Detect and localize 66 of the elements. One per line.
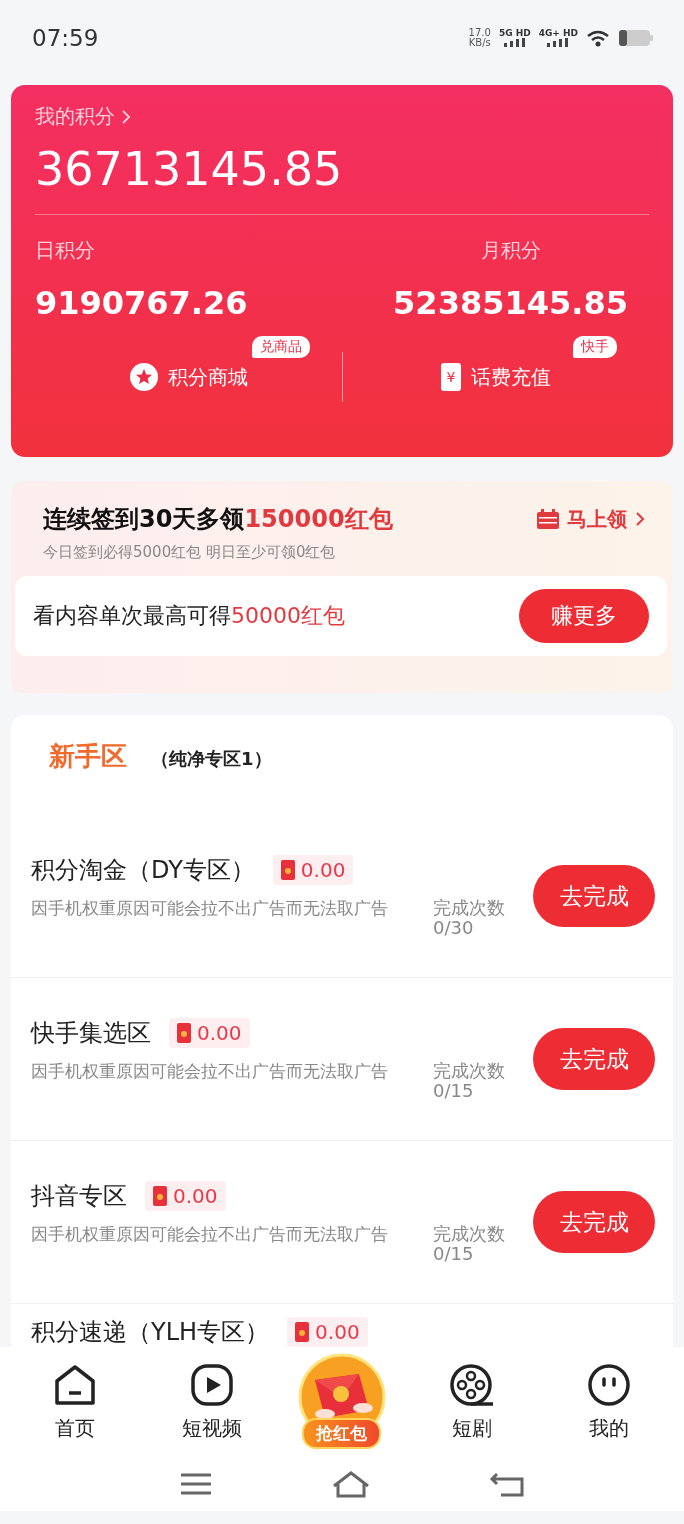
back-icon[interactable] bbox=[489, 1470, 525, 1498]
clock: 07:59 bbox=[32, 24, 100, 51]
shortcut-link[interactable]: 积分商城 bbox=[129, 363, 248, 391]
envelope-icon bbox=[280, 860, 295, 880]
complete-button[interactable]: 去完成 bbox=[533, 865, 655, 927]
signin-headline: 连续签到30天多领150000红包 bbox=[43, 504, 394, 535]
task-title: 快手集选区 bbox=[31, 1018, 151, 1049]
tag-badge: 兑商品 bbox=[252, 336, 310, 358]
reward-amount: 0.00 bbox=[169, 1018, 250, 1048]
smiley-icon bbox=[587, 1362, 632, 1407]
task-title: 积分淘金（DY专区） bbox=[31, 855, 255, 886]
count-label: 完成次数 bbox=[433, 1224, 505, 1244]
task-title: 抖音专区 bbox=[31, 1181, 127, 1212]
battery-icon bbox=[618, 28, 654, 47]
envelope-icon bbox=[295, 1322, 310, 1342]
stat-label: 月积分 bbox=[480, 237, 541, 264]
nav-tab[interactable]: 我的 bbox=[554, 1362, 665, 1442]
task-note: 因手机权重原因可能会拉不出广告而无法取广告 bbox=[31, 1224, 389, 1246]
lucky-envelope-button[interactable]: 抢红包 bbox=[293, 1352, 390, 1452]
network-type: 5G HD bbox=[498, 28, 531, 38]
earn-more-button[interactable]: 赚更多 bbox=[519, 589, 649, 643]
envelope-icon bbox=[177, 1023, 191, 1043]
home-icon bbox=[52, 1362, 97, 1407]
reward-amount: 0.00 bbox=[287, 1317, 368, 1347]
section-title: 新手区 bbox=[49, 740, 127, 773]
claim-link[interactable]: 马上领 bbox=[537, 505, 645, 533]
reward-amount: 0.00 bbox=[272, 855, 354, 885]
count-value: 0/30 bbox=[433, 918, 475, 938]
complete-button[interactable]: 去完成 bbox=[533, 1191, 655, 1253]
envelope-icon bbox=[153, 1186, 167, 1206]
network-speed: 17.0 bbox=[468, 27, 491, 38]
menu-icon[interactable] bbox=[179, 1472, 213, 1496]
stat-value: 9190767.26 bbox=[35, 284, 249, 322]
signal-icon bbox=[547, 38, 570, 47]
count-label: 完成次数 bbox=[433, 1061, 505, 1081]
film-reel-icon bbox=[449, 1362, 496, 1407]
task-note: 因手机权重原因可能会拉不出广告而无法取广告 bbox=[31, 898, 389, 920]
network-type: 4G+ HD bbox=[538, 28, 578, 38]
promo-text: 看内容单次最高可得50000红包 bbox=[33, 602, 346, 630]
stat-value: 52385145.85 bbox=[393, 284, 628, 322]
speed-unit: KB/s bbox=[468, 37, 491, 48]
nav-tab[interactable]: 短视频 bbox=[156, 1362, 267, 1442]
signin-subtitle: 今日签到必得5000红包 明日至少可领0红包 bbox=[43, 543, 337, 562]
points-title[interactable]: 我的积分 bbox=[35, 103, 115, 130]
calendar-icon bbox=[537, 509, 559, 529]
play-icon bbox=[189, 1362, 234, 1407]
home-icon[interactable] bbox=[331, 1470, 371, 1498]
section-subtitle: （纯净专区1） bbox=[151, 747, 272, 771]
task-note: 因手机权重原因可能会拉不出广告而无法取广告 bbox=[31, 1061, 389, 1083]
points-total: 36713145.85 bbox=[35, 142, 344, 198]
shortcut-link[interactable]: ¥ 话费充值 bbox=[441, 363, 551, 391]
tag-badge: 快手 bbox=[573, 336, 617, 358]
count-value: 0/15 bbox=[433, 1081, 475, 1101]
signal-icon bbox=[503, 38, 526, 47]
chevron-right-icon bbox=[635, 511, 645, 527]
stat-label: 日积分 bbox=[35, 237, 96, 264]
nav-tab[interactable]: 短剧 bbox=[417, 1362, 528, 1442]
chevron-right-icon bbox=[121, 108, 131, 125]
count-value: 0/15 bbox=[433, 1244, 475, 1264]
phone-bill-icon: ¥ bbox=[441, 363, 461, 391]
count-label: 完成次数 bbox=[433, 898, 505, 918]
task-title: 积分速递（YLH专区） bbox=[31, 1317, 270, 1347]
complete-button[interactable]: 去完成 bbox=[533, 1028, 655, 1090]
wifi-icon bbox=[586, 28, 610, 47]
nav-tab[interactable]: 首页 bbox=[19, 1362, 130, 1442]
reward-amount: 0.00 bbox=[145, 1181, 226, 1211]
